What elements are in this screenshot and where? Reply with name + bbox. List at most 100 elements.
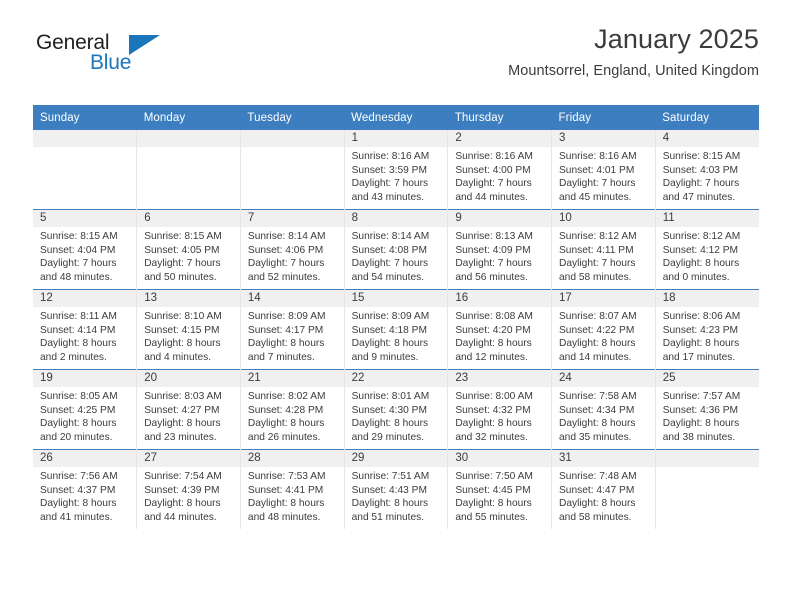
day-info-line: Sunrise: 8:12 AM bbox=[662, 231, 741, 242]
day-info-line: Sunset: 4:00 PM bbox=[455, 164, 531, 176]
day-info-line: Sunset: 4:22 PM bbox=[559, 324, 635, 336]
day-cell-inner: 15 Sunrise: 8:09 AM Sunset: 4:18 PM Dayligh… bbox=[344, 290, 448, 369]
day-info-line: and 41 minutes. bbox=[40, 511, 113, 523]
calendar-day-cell[interactable]: 8 Sunrise: 8:14 AM Sunset: 4:08 PM Daylight… bbox=[343, 209, 448, 290]
calendar-day-cell[interactable]: 6 Sunrise: 8:15 AM Sunset: 4:05 PM Daylight… bbox=[136, 209, 241, 290]
calendar-day-cell[interactable]: 22 Sunrise: 8:01 AM Sunset: 4:30 PM Dayligh… bbox=[343, 369, 448, 450]
day-number bbox=[137, 130, 240, 147]
day-info-line: Daylight: 7 hours bbox=[247, 258, 325, 270]
calendar-day-cell[interactable]: 7 Sunrise: 8:14 AM Sunset: 4:06 PM Daylight… bbox=[239, 209, 345, 290]
day-info-line: Sunrise: 8:15 AM bbox=[40, 231, 118, 242]
day-number: 14 bbox=[240, 290, 344, 307]
day-number: 9 bbox=[448, 210, 552, 227]
calendar-day-cell[interactable]: 27 Sunrise: 7:54 AM Sunset: 4:39 PM Dayligh… bbox=[136, 449, 241, 529]
calendar-day-cell[interactable]: 5 Sunrise: 8:15 AM Sunset: 4:04 PM Daylight… bbox=[33, 209, 137, 290]
day-number: 15 bbox=[344, 290, 448, 307]
day-info-line: Sunset: 4:17 PM bbox=[247, 324, 324, 336]
day-cell-inner: 6 Sunrise: 8:15 AM Sunset: 4:05 PM Daylight… bbox=[137, 210, 240, 289]
day-number: 20 bbox=[137, 370, 240, 387]
day-info-line: Sunrise: 8:06 AM bbox=[662, 311, 741, 322]
day-info-line: Sunrise: 8:07 AM bbox=[559, 311, 637, 322]
calendar-day-cell[interactable]: 9 Sunrise: 8:13 AM Sunset: 4:09 PM Daylight… bbox=[447, 209, 552, 290]
day-info-line: Sunset: 4:11 PM bbox=[559, 244, 634, 256]
day-sun-info: Sunrise: 8:01 AM Sunset: 4:30 PM Daylight:… bbox=[345, 387, 448, 444]
day-cell-inner: 27 Sunrise: 7:54 AM Sunset: 4:39 PM Dayligh… bbox=[137, 450, 240, 529]
calendar-day-cell[interactable]: 11 Sunrise: 8:12 AM Sunset: 4:12 PM Dayligh… bbox=[654, 209, 759, 290]
brand-logo[interactable]: General Blue bbox=[33, 31, 263, 91]
calendar-day-cell[interactable]: 17 Sunrise: 8:07 AM Sunset: 4:22 PM Dayligh… bbox=[551, 289, 656, 370]
weekday-header-friday: Friday bbox=[551, 105, 656, 130]
day-cell-inner: 12 Sunrise: 8:11 AM Sunset: 4:14 PM Dayligh… bbox=[33, 290, 137, 369]
day-cell-inner: 8 Sunrise: 8:14 AM Sunset: 4:08 PM Daylight… bbox=[344, 210, 448, 289]
day-info-line: Sunset: 4:30 PM bbox=[351, 404, 427, 416]
calendar-day-cell[interactable]: 18 Sunrise: 8:06 AM Sunset: 4:23 PM Dayligh… bbox=[654, 289, 759, 370]
calendar-day-cell[interactable]: 13 Sunrise: 8:10 AM Sunset: 4:15 PM Dayligh… bbox=[136, 289, 241, 370]
day-info-line: and 47 minutes. bbox=[662, 191, 736, 203]
day-info-line: Sunrise: 8:02 AM bbox=[247, 391, 326, 402]
day-cell-inner bbox=[33, 130, 137, 209]
calendar-day-cell[interactable]: 10 Sunrise: 8:12 AM Sunset: 4:11 PM Dayligh… bbox=[551, 209, 656, 290]
day-info-line: and 58 minutes. bbox=[559, 511, 632, 523]
day-info-line: Daylight: 8 hours bbox=[247, 418, 325, 430]
day-info-line: Sunrise: 8:15 AM bbox=[662, 151, 741, 162]
day-info-line: Sunset: 3:59 PM bbox=[351, 164, 427, 176]
blue-triangle-logo-mark-icon bbox=[129, 35, 160, 55]
calendar-day-cell[interactable]: 20 Sunrise: 8:03 AM Sunset: 4:27 PM Dayligh… bbox=[136, 369, 241, 450]
weekday-header-saturday: Saturday bbox=[655, 105, 759, 130]
calendar-day-cell[interactable]: 24 Sunrise: 7:58 AM Sunset: 4:34 PM Dayligh… bbox=[551, 369, 656, 450]
day-info-line: Daylight: 8 hours bbox=[144, 338, 221, 350]
day-number: 25 bbox=[655, 370, 759, 387]
day-info-line: and 56 minutes. bbox=[455, 271, 528, 283]
day-info-line: and 44 minutes. bbox=[144, 511, 217, 523]
day-info-line: Daylight: 8 hours bbox=[559, 338, 636, 350]
calendar-day-cell[interactable]: 4 Sunrise: 8:15 AM Sunset: 4:03 PM Daylight… bbox=[654, 130, 759, 210]
day-cell-inner: 7 Sunrise: 8:14 AM Sunset: 4:06 PM Daylight… bbox=[240, 210, 344, 289]
calendar-day-cell[interactable]: 21 Sunrise: 8:02 AM Sunset: 4:28 PM Dayligh… bbox=[239, 369, 345, 450]
page-title: January 2025 bbox=[594, 24, 759, 54]
title-block: January 2025 Mountsorrel, England, Unite… bbox=[508, 22, 759, 82]
day-info-line: Sunset: 4:28 PM bbox=[247, 404, 324, 416]
calendar-day-cell[interactable]: 15 Sunrise: 8:09 AM Sunset: 4:18 PM Dayligh… bbox=[343, 289, 448, 370]
calendar-day-cell[interactable]: 3 Sunrise: 8:16 AM Sunset: 4:01 PM Daylight… bbox=[551, 130, 656, 210]
day-number: 24 bbox=[552, 370, 655, 387]
calendar-day-cell[interactable]: 2 Sunrise: 8:16 AM Sunset: 4:00 PM Daylight… bbox=[447, 130, 552, 210]
day-info-line: Daylight: 8 hours bbox=[559, 418, 636, 430]
day-number: 3 bbox=[552, 130, 655, 147]
day-number: 4 bbox=[655, 130, 759, 147]
day-info-line: Sunset: 4:05 PM bbox=[144, 244, 220, 256]
day-cell-inner: 9 Sunrise: 8:13 AM Sunset: 4:09 PM Daylight… bbox=[448, 210, 552, 289]
calendar-day-cell[interactable]: 16 Sunrise: 8:08 AM Sunset: 4:20 PM Dayligh… bbox=[447, 289, 552, 370]
day-sun-info: Sunrise: 8:16 AM Sunset: 4:01 PM Daylight:… bbox=[552, 147, 655, 204]
day-info-line: Sunrise: 8:14 AM bbox=[247, 231, 326, 242]
day-info-line: and 35 minutes. bbox=[559, 431, 632, 443]
day-sun-info: Sunrise: 7:54 AM Sunset: 4:39 PM Daylight:… bbox=[137, 467, 240, 524]
calendar-day-cell[interactable]: 1 Sunrise: 8:16 AM Sunset: 3:59 PM Daylight… bbox=[343, 130, 448, 210]
day-cell-inner: 29 Sunrise: 7:51 AM Sunset: 4:43 PM Dayligh… bbox=[344, 450, 448, 529]
calendar-day-cell[interactable]: 26 Sunrise: 7:56 AM Sunset: 4:37 PM Dayligh… bbox=[33, 449, 137, 529]
calendar-day-cell[interactable]: 28 Sunrise: 7:53 AM Sunset: 4:41 PM Dayligh… bbox=[239, 449, 345, 529]
calendar-day-cell[interactable]: 12 Sunrise: 8:11 AM Sunset: 4:14 PM Dayligh… bbox=[33, 289, 137, 370]
day-sun-info: Sunrise: 8:14 AM Sunset: 4:06 PM Daylight:… bbox=[241, 227, 344, 284]
day-number: 22 bbox=[344, 370, 448, 387]
day-info-line: and 9 minutes. bbox=[351, 351, 419, 363]
day-sun-info bbox=[241, 147, 344, 150]
calendar-day-cell[interactable]: 31 Sunrise: 7:48 AM Sunset: 4:47 PM Dayligh… bbox=[551, 449, 656, 529]
day-info-line: Daylight: 8 hours bbox=[144, 498, 221, 510]
calendar-day-cell[interactable]: 29 Sunrise: 7:51 AM Sunset: 4:43 PM Dayligh… bbox=[343, 449, 448, 529]
day-info-line: Sunset: 4:43 PM bbox=[351, 484, 427, 496]
calendar-grid: Sunday Monday Tuesday Wednesday Thursday Frid… bbox=[33, 105, 759, 529]
calendar-day-cell[interactable]: 19 Sunrise: 8:05 AM Sunset: 4:25 PM Dayligh… bbox=[33, 369, 137, 450]
day-cell-inner: 23 Sunrise: 8:00 AM Sunset: 4:32 PM Dayligh… bbox=[448, 370, 552, 449]
day-info-line: Sunrise: 8:09 AM bbox=[247, 311, 326, 322]
day-info-line: Sunset: 4:06 PM bbox=[247, 244, 324, 256]
calendar-day-cell[interactable]: 30 Sunrise: 7:50 AM Sunset: 4:45 PM Dayligh… bbox=[447, 449, 552, 529]
day-info-line: Daylight: 8 hours bbox=[247, 338, 325, 350]
calendar-day-cell[interactable]: 23 Sunrise: 8:00 AM Sunset: 4:32 PM Dayligh… bbox=[447, 369, 552, 450]
day-info-line: Sunrise: 8:16 AM bbox=[455, 151, 533, 162]
calendar-day-cell-empty bbox=[654, 449, 759, 529]
day-info-line: Sunset: 4:03 PM bbox=[662, 164, 739, 176]
calendar-day-cell[interactable]: 14 Sunrise: 8:09 AM Sunset: 4:17 PM Dayligh… bbox=[239, 289, 345, 370]
day-cell-inner: 20 Sunrise: 8:03 AM Sunset: 4:27 PM Dayligh… bbox=[137, 370, 240, 449]
day-info-line: Sunrise: 8:11 AM bbox=[40, 311, 117, 322]
calendar-day-cell[interactable]: 25 Sunrise: 7:57 AM Sunset: 4:36 PM Dayligh… bbox=[654, 369, 759, 450]
